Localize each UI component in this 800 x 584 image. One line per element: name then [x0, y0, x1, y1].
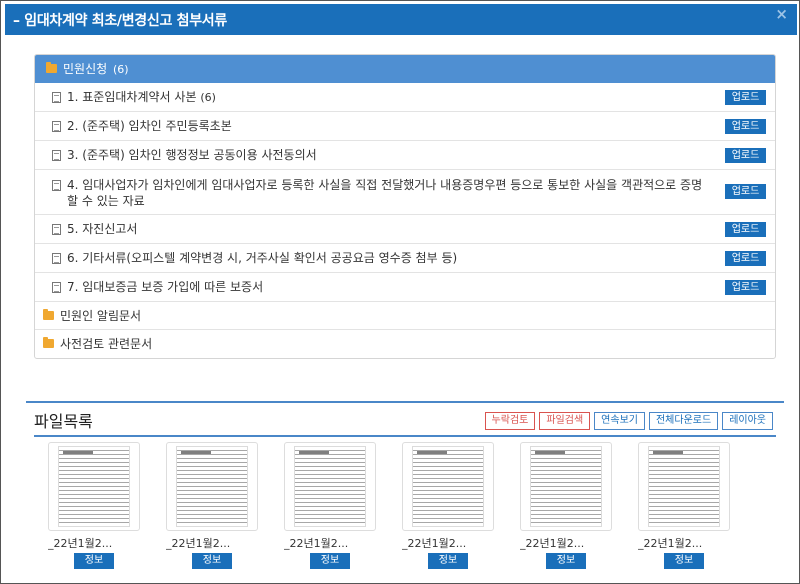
- file-search-button[interactable]: 파일검색: [539, 412, 591, 430]
- info-button[interactable]: 정보: [192, 553, 232, 569]
- file-thumbnail[interactable]: _22년1월2... 정보: [520, 442, 612, 569]
- document-label: 2. (준주택) 임차인 주민등록초본: [67, 119, 232, 133]
- document-icon: [52, 282, 61, 293]
- document-label: 6. 기타서류(오피스텔 계약변경 시, 거주사실 확인서 공공요금 영수증 첨…: [67, 251, 458, 265]
- panel-header-civil-request[interactable]: 민원신청 (6): [35, 55, 775, 83]
- document-icon: [52, 121, 61, 132]
- document-count: (6): [200, 91, 216, 104]
- document-preview: [176, 446, 248, 527]
- upload-button[interactable]: 업로드: [725, 280, 766, 295]
- document-label: 4. 임대사업자가 임차인에게 임대사업자로 등록한 사실을 직접 전달했거나 …: [67, 178, 703, 208]
- document-icon: [52, 253, 61, 264]
- thumbnail-card[interactable]: [520, 442, 612, 531]
- document-row[interactable]: 4. 임대사업자가 임차인에게 임대사업자로 등록한 사실을 직접 전달했거나 …: [35, 170, 775, 215]
- document-tree-panel: 민원신청 (6) 1. 표준임대차계약서 사본 (6) 업로드 2. (준주택)…: [34, 54, 776, 359]
- thumbnail-card[interactable]: [402, 442, 494, 531]
- thumbnail-card[interactable]: [284, 442, 376, 531]
- folder-pre-review[interactable]: 사전검토 관련문서: [35, 330, 775, 358]
- info-button[interactable]: 정보: [428, 553, 468, 569]
- document-icon: [52, 224, 61, 235]
- file-thumbnail[interactable]: _22년1월2... 정보: [166, 442, 258, 569]
- upload-button[interactable]: 업로드: [725, 90, 766, 105]
- document-row[interactable]: 2. (준주택) 임차인 주민등록초본 업로드: [35, 112, 775, 141]
- folder-icon: [43, 309, 54, 320]
- info-button[interactable]: 정보: [546, 553, 586, 569]
- document-label: 3. (준주택) 임차인 행정정보 공동이용 사전동의서: [67, 148, 317, 162]
- upload-button[interactable]: 업로드: [725, 251, 766, 266]
- file-name: _22년1월2...: [48, 537, 113, 550]
- document-icon: [52, 180, 61, 191]
- document-icon: [52, 150, 61, 161]
- document-icon: [52, 92, 61, 103]
- file-list-toolbar: 누락검토 파일검색 연속보기 전체다운로드 레이아웃: [484, 412, 773, 430]
- thumbnail-card[interactable]: [166, 442, 258, 531]
- folder-label: 사전검토 관련문서: [60, 337, 153, 351]
- info-button[interactable]: 정보: [310, 553, 350, 569]
- missing-check-button[interactable]: 누락검토: [484, 412, 536, 430]
- upload-button[interactable]: 업로드: [725, 119, 766, 134]
- dialog-titlebar: – 임대차계약 최초/변경신고 첨부서류 ×: [5, 4, 797, 35]
- file-thumbnail[interactable]: _22년1월2... 정보: [48, 442, 140, 569]
- dialog-frame: – 임대차계약 최초/변경신고 첨부서류 × 민원신청 (6) 1. 표준임대차…: [0, 0, 800, 584]
- document-row[interactable]: 3. (준주택) 임차인 행정정보 공동이용 사전동의서 업로드: [35, 141, 775, 170]
- document-preview: [530, 446, 602, 527]
- document-row[interactable]: 5. 자진신고서 업로드: [35, 215, 775, 244]
- layout-button[interactable]: 레이아웃: [722, 412, 773, 430]
- divider: [34, 435, 776, 437]
- document-row[interactable]: 7. 임대보증금 보증 가입에 따른 보증서 업로드: [35, 273, 775, 302]
- document-label: 1. 표준임대차계약서 사본: [67, 90, 197, 104]
- continuous-view-button[interactable]: 연속보기: [594, 412, 645, 430]
- info-button[interactable]: 정보: [74, 553, 114, 569]
- close-icon[interactable]: ×: [775, 5, 788, 23]
- panel-header-label: 민원신청: [63, 62, 108, 76]
- document-preview: [58, 446, 130, 527]
- file-list-title: 파일목록: [34, 412, 93, 431]
- upload-button[interactable]: 업로드: [725, 184, 766, 199]
- download-all-button[interactable]: 전체다운로드: [648, 412, 719, 430]
- file-thumbnail[interactable]: _22년1월2... 정보: [638, 442, 730, 569]
- document-preview: [412, 446, 484, 527]
- folder-civil-notice[interactable]: 민원인 알림문서: [35, 302, 775, 330]
- document-preview: [648, 446, 720, 527]
- info-button[interactable]: 정보: [664, 553, 704, 569]
- folder-icon: [46, 62, 57, 73]
- file-name: _22년1월2...: [520, 537, 585, 550]
- panel-header-count: (6): [113, 63, 129, 76]
- dialog-title: – 임대차계약 최초/변경신고 첨부서류: [13, 13, 227, 29]
- file-name: _22년1월2...: [402, 537, 467, 550]
- folder-icon: [43, 337, 54, 348]
- file-thumbnails: _22년1월2... 정보 _22년1월2... 정보 _22년1월2... 정…: [48, 442, 748, 572]
- file-thumbnail[interactable]: _22년1월2... 정보: [402, 442, 494, 569]
- thumbnail-card[interactable]: [48, 442, 140, 531]
- document-label: 7. 임대보증금 보증 가입에 따른 보증서: [67, 280, 264, 294]
- document-row[interactable]: 1. 표준임대차계약서 사본 (6) 업로드: [35, 83, 775, 112]
- upload-button[interactable]: 업로드: [725, 148, 766, 163]
- divider: [26, 401, 784, 403]
- document-label: 5. 자진신고서: [67, 222, 138, 236]
- thumbnail-card[interactable]: [638, 442, 730, 531]
- upload-button[interactable]: 업로드: [725, 222, 766, 237]
- document-row[interactable]: 6. 기타서류(오피스텔 계약변경 시, 거주사실 확인서 공공요금 영수증 첨…: [35, 244, 775, 273]
- document-preview: [294, 446, 366, 527]
- folder-label: 민원인 알림문서: [60, 309, 142, 323]
- file-name: _22년1월2...: [166, 537, 231, 550]
- file-name: _22년1월2...: [284, 537, 349, 550]
- file-name: _22년1월2...: [638, 537, 703, 550]
- file-thumbnail[interactable]: _22년1월2... 정보: [284, 442, 376, 569]
